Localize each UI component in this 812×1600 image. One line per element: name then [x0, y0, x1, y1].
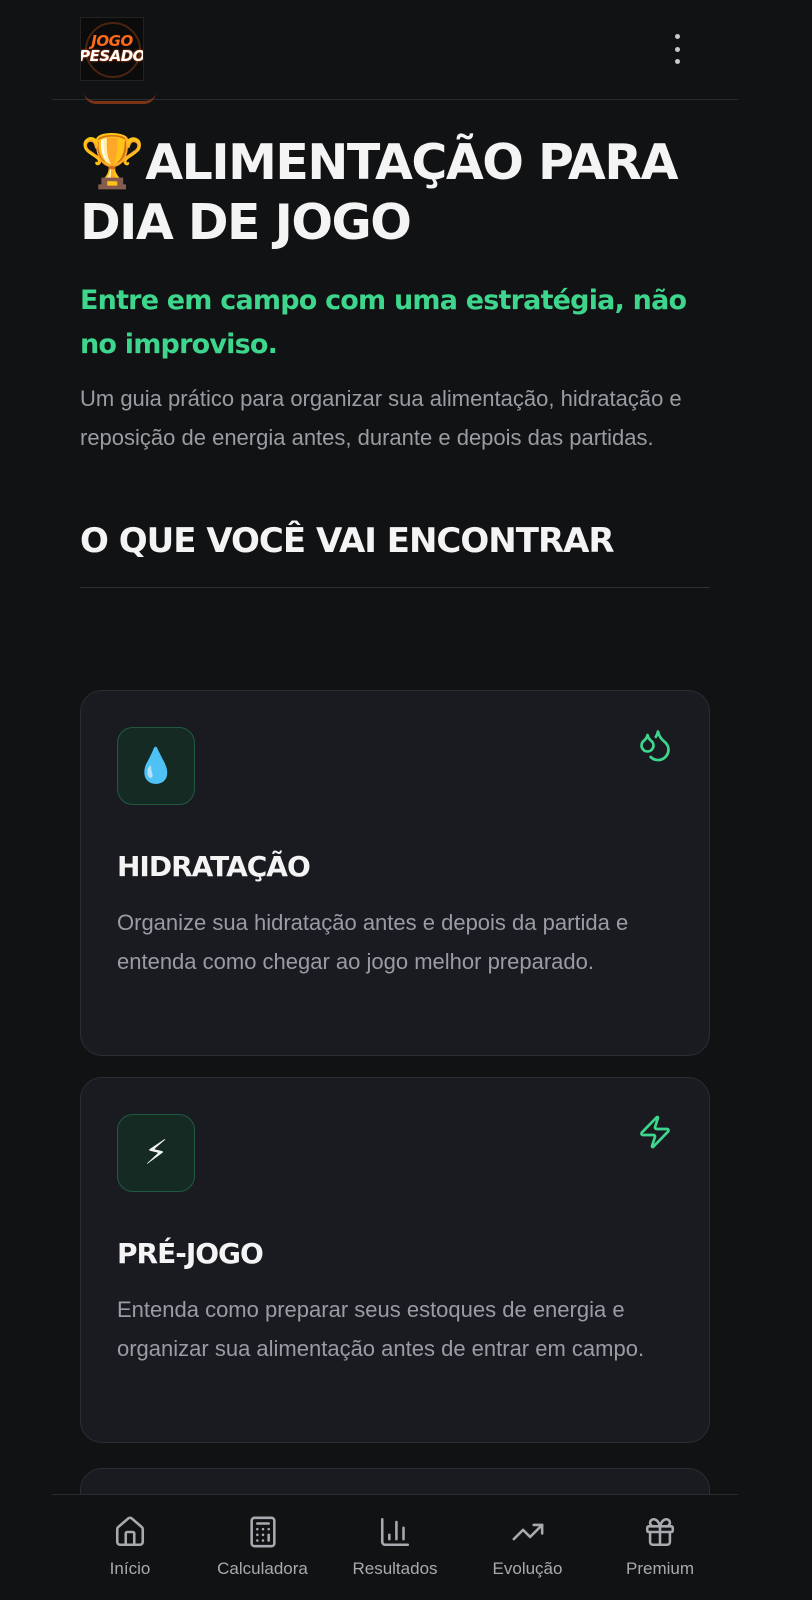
water-drop-icon: 💧	[117, 727, 195, 805]
top-bar: JOGO PESADO	[52, 0, 738, 104]
page-description: Um guia prático para organizar sua alime…	[80, 386, 682, 450]
trending-up-icon	[512, 1523, 543, 1541]
nav-label: Premium	[625, 1559, 694, 1578]
card-title: HIDRATAÇÃO	[117, 850, 311, 883]
nav-item-premium[interactable]: Premium	[594, 1495, 726, 1600]
kebab-menu-icon[interactable]	[672, 34, 682, 64]
home-icon	[115, 1516, 145, 1547]
card-title: PRÉ-JOGO	[117, 1237, 264, 1270]
app-logo[interactable]: JOGO PESADO	[80, 17, 144, 81]
section-title: O QUE VOCÊ VAI ENCONTRAR	[80, 521, 615, 561]
main-content: 🏆ALIMENTAÇÃO PARA DIA DE JOGO Entre em c…	[80, 100, 710, 588]
nav-item-calculadora[interactable]: Calculadora	[197, 1495, 329, 1600]
droplets-icon	[640, 730, 670, 762]
app-screen: JOGO PESADO 🏆ALIMENTAÇÃO PARA DIA DE JOG…	[0, 0, 812, 1600]
lightning-icon: ⚡	[117, 1114, 195, 1192]
bottom-navigation: Início Calculadora Resultados Evolução P…	[52, 1494, 738, 1600]
bar-chart-icon	[380, 1517, 410, 1547]
card-pre-jogo[interactable]: ⚡ PRÉ-JOGO Entenda como preparar seus es…	[80, 1077, 710, 1443]
nav-item-inicio[interactable]: Início	[64, 1495, 196, 1600]
nav-item-evolucao[interactable]: Evolução	[462, 1495, 594, 1600]
card-hidratacao[interactable]: 💧 HIDRATAÇÃO Organize sua hidratação ant…	[80, 690, 710, 1056]
logo-text-line2: PESADO	[80, 47, 144, 65]
trophy-icon: 🏆	[80, 132, 145, 192]
page-title-text: ALIMENTAÇÃO PARA DIA DE JOGO	[80, 134, 679, 251]
card-emoji: ⚡	[144, 1134, 168, 1172]
card-text: Entenda como preparar seus estoques de e…	[117, 1297, 645, 1361]
nav-label: Evolução	[492, 1559, 563, 1578]
page-title: 🏆ALIMENTAÇÃO PARA DIA DE JOGO	[80, 132, 710, 253]
section-divider	[80, 587, 710, 588]
gift-icon	[645, 1517, 675, 1547]
zap-icon	[640, 1115, 670, 1149]
calculator-icon	[249, 1516, 276, 1548]
page-subtitle: Entre em campo com uma estratégia, não n…	[80, 285, 687, 360]
nav-item-resultados[interactable]: Resultados	[329, 1495, 461, 1600]
nav-label: Início	[109, 1559, 151, 1578]
nav-label: Resultados	[352, 1559, 438, 1578]
nav-label: Calculadora	[217, 1559, 308, 1578]
card-emoji: 💧	[134, 747, 178, 785]
card-text: Organize sua hidratação antes e depois d…	[117, 910, 629, 974]
